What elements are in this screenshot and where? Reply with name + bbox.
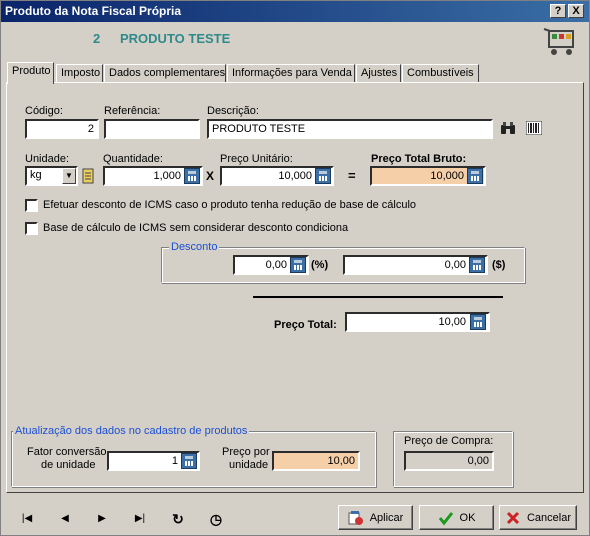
equals-sign: = [348, 168, 356, 183]
quantidade-label: Quantidade: [103, 153, 163, 165]
codigo-label: Código: [25, 105, 63, 117]
descricao-label: Descrição: [207, 105, 259, 117]
fator-conversao-calculator-icon[interactable] [181, 453, 197, 469]
checkmark-icon [438, 511, 453, 525]
atualizacao-legend: Atualização dos dados no cadastro de pro… [13, 425, 250, 437]
tab-ajustes[interactable]: Ajustes [356, 64, 401, 83]
preco-unitario-calculator-icon[interactable] [315, 168, 331, 184]
cancelar-button[interactable]: Cancelar [499, 505, 577, 530]
fator-conversao-label-1: Fator conversão [27, 446, 107, 458]
ok-button[interactable]: OK [419, 505, 494, 530]
desconto-percent-calculator-icon[interactable] [290, 257, 306, 273]
window-title: Produto da Nota Fiscal Própria [5, 4, 182, 18]
refresh-icon[interactable]: ↻ [168, 510, 188, 528]
preco-total-label: Preço Total: [274, 319, 337, 331]
desconto-icms-checkbox[interactable] [25, 199, 38, 212]
unidade-label: Unidade: [25, 153, 70, 165]
base-calculo-label: Base de cálculo de ICMS sem considerar d… [43, 222, 349, 234]
product-name: PRODUTO TESTE [120, 31, 231, 46]
tab-dados-complementares[interactable]: Dados complementares [104, 64, 226, 83]
referencia-label: Referência: [104, 105, 161, 117]
previous-record-icon[interactable]: ◀ [55, 510, 75, 528]
preco-por-unidade-field: 10,00 [272, 451, 360, 471]
preco-total-calculator-icon[interactable] [470, 314, 486, 330]
units-lookup-icon[interactable] [80, 168, 96, 184]
total-divider [253, 296, 503, 298]
first-record-icon[interactable]: |◀ [17, 510, 37, 528]
cancelar-label: Cancelar [526, 511, 572, 524]
preco-compra-label: Preço de Compra: [404, 435, 494, 447]
referencia-field[interactable] [104, 119, 200, 139]
product-number: 2 [93, 31, 101, 46]
desconto-valor-field[interactable]: 0,00 [343, 255, 488, 275]
quantidade-calculator-icon[interactable] [184, 168, 200, 184]
tab-panel-produto: Código: 2 Referência: Descrição: PRODUTO… [6, 82, 584, 493]
help-button[interactable]: ? [550, 4, 566, 18]
dialog-window: Produto da Nota Fiscal Própria ? X 2 PRO… [0, 0, 590, 536]
preco-por-unidade-label-1: Preço por [222, 446, 270, 458]
tab-produto[interactable]: Produto [7, 62, 54, 84]
binoculars-icon[interactable] [500, 121, 516, 135]
last-record-icon[interactable]: ▶| [130, 510, 150, 528]
shopping-cart-icon [543, 28, 574, 55]
tab-combustiveis[interactable]: Combustíveis [402, 64, 479, 83]
unidade-value: kg [30, 169, 42, 181]
descricao-field[interactable]: PRODUTO TESTE [207, 119, 493, 139]
apply-icon [348, 510, 363, 525]
product-header: 2 PRODUTO TESTE [3, 23, 587, 57]
title-bar: Produto da Nota Fiscal Própria ? X [1, 1, 589, 22]
ok-label: OK [459, 511, 476, 524]
desconto-icms-label: Efetuar desconto de ICMS caso o produto … [43, 199, 417, 211]
unidade-select[interactable]: kg ▼ [25, 166, 78, 186]
currency-unit-label: ($) [492, 259, 506, 271]
preco-total-bruto-label: Preço Total Bruto: [371, 153, 467, 165]
tab-informacoes-venda[interactable]: Informações para Venda [227, 64, 355, 83]
preco-total-field[interactable]: 10,00 [345, 312, 490, 332]
tab-imposto[interactable]: Imposto [56, 64, 103, 83]
fator-conversao-label-2: de unidade [41, 459, 96, 471]
percent-unit-label: (%) [311, 259, 329, 271]
chevron-down-icon[interactable]: ▼ [62, 168, 76, 184]
next-record-icon[interactable]: ▶ [92, 510, 112, 528]
multiply-sign: X [206, 169, 215, 183]
base-calculo-checkbox[interactable] [25, 222, 38, 235]
codigo-field[interactable]: 2 [25, 119, 99, 139]
aplicar-button[interactable]: Aplicar [338, 505, 413, 530]
barcode-icon[interactable] [526, 121, 542, 135]
close-button[interactable]: X [568, 4, 584, 18]
clock-icon[interactable]: ◷ [206, 510, 226, 528]
aplicar-label: Aplicar [369, 511, 404, 524]
preco-compra-field: 0,00 [404, 451, 494, 471]
cancel-x-icon [506, 511, 520, 524]
desconto-legend: Desconto [169, 241, 220, 253]
preco-por-unidade-label-2: unidade [229, 459, 269, 471]
desconto-valor-calculator-icon[interactable] [469, 257, 485, 273]
preco-unitario-label: Preço Unitário: [220, 153, 293, 165]
preco-total-bruto-calculator-icon[interactable] [467, 168, 483, 184]
